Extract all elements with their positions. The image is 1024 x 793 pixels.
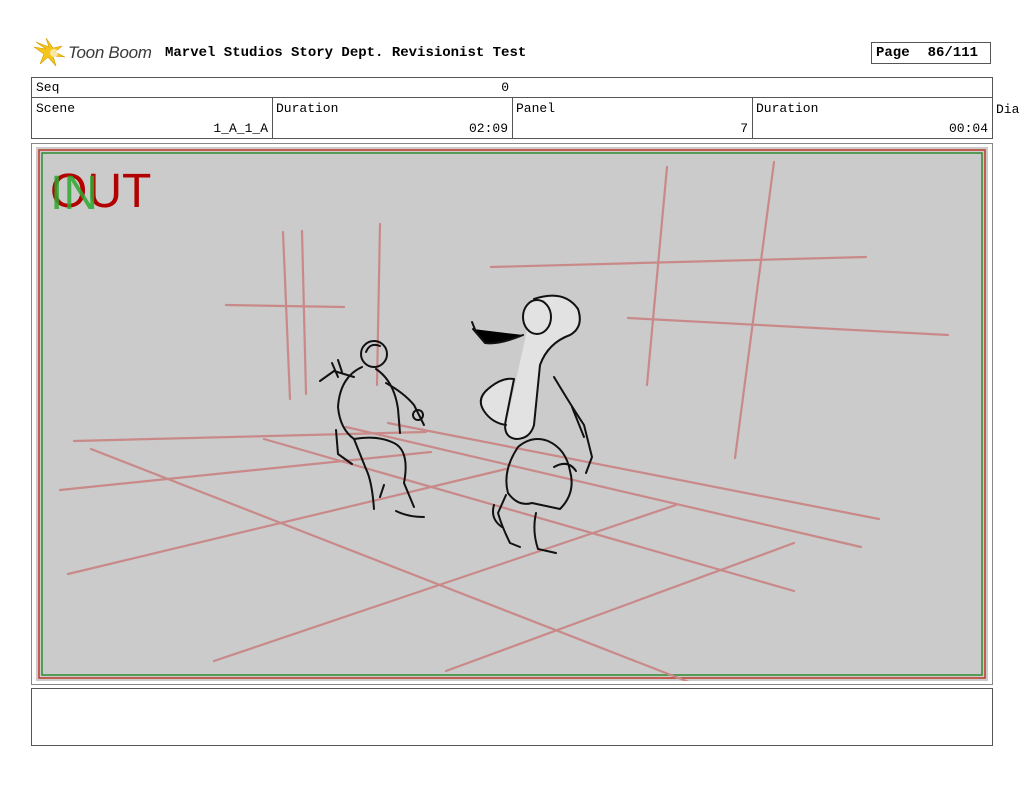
scene-info-table: Seq 0 Scene 1_A_1_A Duration 02:09 Panel… bbox=[31, 77, 993, 139]
toon-boom-logo: Toon Boom bbox=[32, 37, 160, 70]
panel-number: 7 bbox=[740, 121, 748, 136]
page-indicator: Page 86/111 bbox=[871, 42, 991, 64]
scene-label: Scene bbox=[36, 101, 76, 116]
scene-value: 1_A_1_A bbox=[213, 121, 268, 136]
page-number: 86/111 bbox=[927, 45, 979, 61]
duration-value: 02:09 bbox=[468, 121, 508, 136]
seq-row: Seq 0 bbox=[32, 78, 992, 98]
panel-duration-value: 00:04 bbox=[948, 121, 988, 136]
dialog-label: Dia bbox=[996, 102, 1020, 117]
column-divider bbox=[272, 98, 273, 139]
seq-label: Seq bbox=[36, 80, 60, 95]
column-divider bbox=[752, 98, 753, 139]
panel-notes-box bbox=[31, 688, 993, 746]
panel-duration-label: Duration bbox=[756, 101, 819, 116]
page-label: Page bbox=[876, 45, 910, 61]
seq-value: 0 bbox=[501, 80, 509, 95]
document-title: Marvel Studios Story Dept. Revisionist T… bbox=[165, 45, 527, 61]
panel-label: Panel bbox=[516, 101, 556, 116]
in-marker: IN bbox=[50, 167, 98, 220]
duration-label: Duration bbox=[276, 101, 339, 116]
logo-burst-icon bbox=[33, 37, 66, 67]
logo-text: Toon Boom bbox=[68, 43, 152, 62]
storyboard-panel-image: OUT IN bbox=[36, 147, 988, 681]
column-divider bbox=[512, 98, 513, 139]
